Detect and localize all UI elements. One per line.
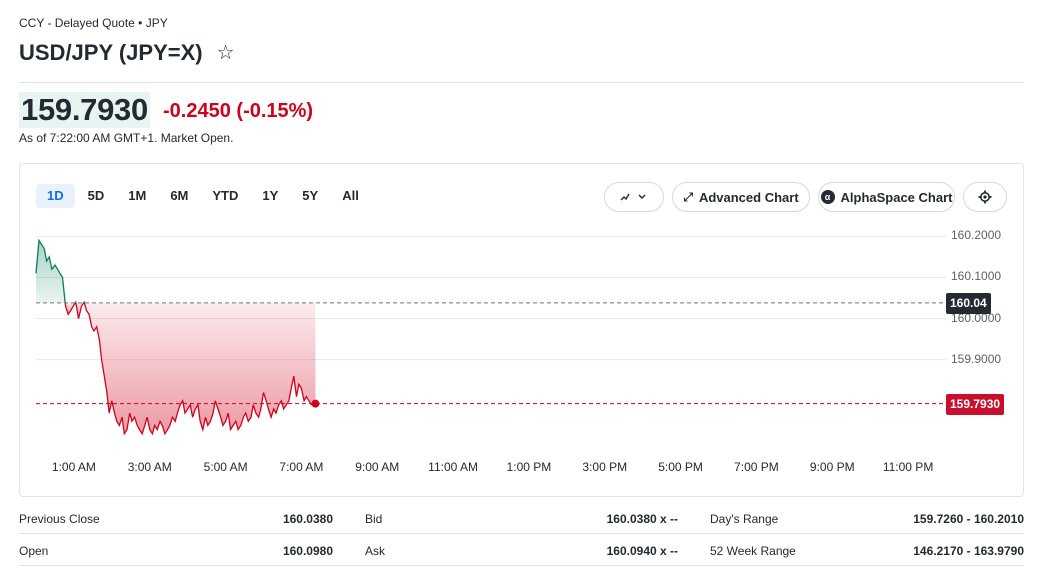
x-tick-label: 7:00 PM [734, 460, 779, 474]
stat-value: 159.7260 - 160.2010 [913, 512, 1024, 526]
y-tick-label: 159.9000 [951, 351, 1002, 366]
y-tick-label: 160.2000 [951, 228, 1002, 243]
previous-close-tag: 160.04 [946, 292, 991, 314]
last-price-tag: 159.7930 [946, 393, 1005, 415]
stat-value: 160.0980 [282, 544, 333, 558]
x-tick-label: 9:00 PM [809, 460, 855, 474]
stat-label: 52 Week Range [710, 544, 796, 558]
up-line [83, 300, 86, 304]
up-line [74, 300, 77, 304]
stat-value: 160.0380 [282, 512, 333, 526]
x-tick-label: 1:00 PM [506, 460, 552, 474]
x-tick-label: 11:00 AM [428, 460, 478, 474]
x-tick-label: 5:00 AM [203, 460, 248, 474]
stat-label: Previous Close [19, 512, 100, 526]
y-tick-label: 160.1000 [951, 269, 1002, 284]
stat-value: 146.2170 - 163.9790 [913, 544, 1024, 558]
stat-label: Open [19, 544, 49, 558]
x-tick-label: 11:00 PM [882, 460, 934, 474]
stat-label: Bid [365, 512, 383, 526]
x-tick-label: 3:00 AM [127, 460, 172, 474]
x-tick-label: 3:00 PM [582, 460, 628, 474]
chart-areas [36, 240, 316, 434]
x-tick-label: 9:00 AM [355, 460, 400, 474]
x-tick-label: 7:00 AM [279, 460, 324, 474]
stat-value: 160.0380 x -- [606, 512, 678, 526]
stat-label: Day's Range [710, 512, 779, 526]
x-tick-label: 5:00 PM [658, 460, 703, 474]
stat-value: 160.0940 x -- [606, 544, 678, 558]
stats-row: Previous Close 160.0380 Bid 160.0380 x -… [19, 502, 1024, 534]
stat-label: Ask [365, 544, 386, 558]
stats-row: Open 160.0980 Ask 160.0940 x -- 52 Week … [19, 534, 1024, 566]
up-area [36, 240, 66, 303]
down-area [84, 302, 316, 434]
last-price-dot [311, 399, 320, 408]
price-chart[interactable] [0, 0, 1039, 573]
x-tick-label: 1:00 AM [51, 460, 96, 474]
